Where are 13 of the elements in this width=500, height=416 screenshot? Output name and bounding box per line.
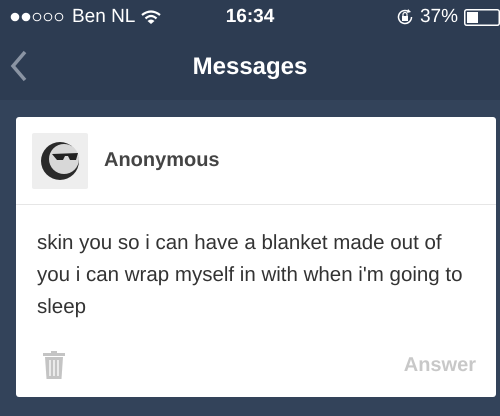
status-time: 16:34 xyxy=(226,6,274,28)
battery-icon xyxy=(464,8,500,26)
message-text: skin you so i can have a blanket made out of you i can wrap myself in with when i'm going to sleep xyxy=(37,230,464,320)
back-chevron-icon xyxy=(10,50,28,82)
sender-name: Anonymous xyxy=(104,149,220,172)
screen-title: Messages xyxy=(192,53,308,81)
signal-icon xyxy=(10,12,66,22)
wifi-icon xyxy=(141,10,162,24)
avatar-icon xyxy=(32,132,88,188)
rotation-lock-icon xyxy=(396,8,414,26)
carrier-name: Ben NL xyxy=(72,6,136,28)
battery-percent: 37% xyxy=(420,6,458,28)
back-button[interactable] xyxy=(10,50,28,82)
